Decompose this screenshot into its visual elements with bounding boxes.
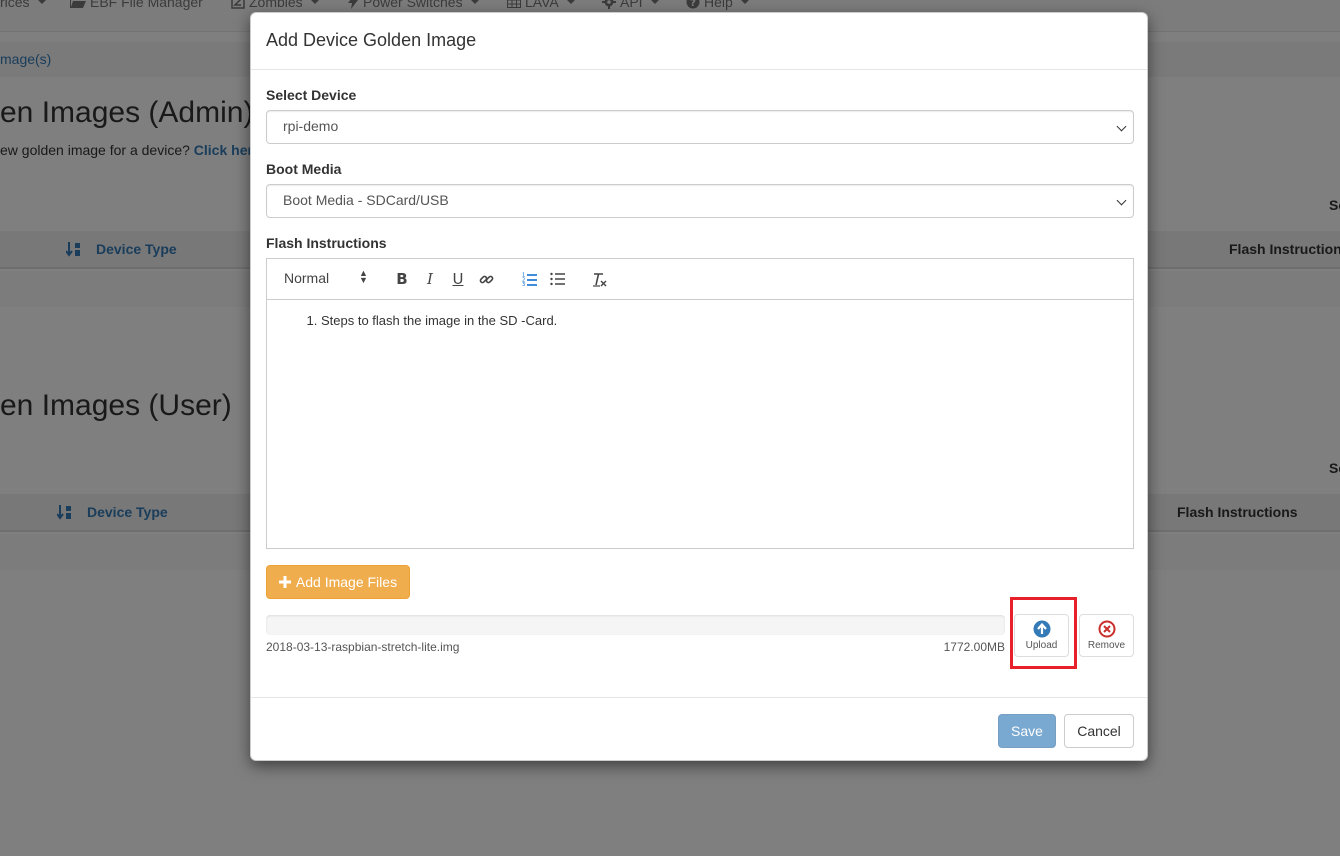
boot-media-dropdown[interactable]: Boot Media - SDCard/USB: [266, 184, 1134, 218]
chevron-down-icon: [1116, 195, 1127, 206]
chevron-down-icon: [1116, 121, 1127, 132]
times-circle-icon: [1098, 620, 1115, 638]
boot-media-value: Boot Media - SDCard/USB: [283, 192, 449, 208]
flash-instructions-label: Flash Instructions: [266, 235, 387, 251]
upload-button[interactable]: Upload: [1014, 614, 1069, 657]
bold-icon[interactable]: B: [392, 269, 412, 289]
modal-footer: Save Cancel: [251, 697, 1147, 761]
add-image-files-button[interactable]: Add Image Files: [266, 565, 410, 599]
select-device-label: Select Device: [266, 87, 357, 103]
ordered-list-icon[interactable]: 123: [519, 269, 539, 289]
arrow-circle-up-icon: [1033, 620, 1050, 638]
modal-title: Add Device Golden Image: [266, 30, 477, 50]
underline-icon[interactable]: U: [448, 269, 468, 289]
italic-icon[interactable]: I: [420, 269, 440, 289]
header-format-select[interactable]: Normal: [284, 270, 329, 286]
boot-media-label: Boot Media: [266, 161, 342, 177]
select-device-value: rpi-demo: [283, 118, 339, 134]
select-device-dropdown[interactable]: rpi-demo: [266, 110, 1134, 144]
updown-arrows-icon: ▲ ▼: [359, 268, 368, 285]
editor-list-item: Steps to flash the image in the SD -Card…: [321, 313, 1133, 328]
bullet-list-icon[interactable]: [547, 269, 567, 289]
link-icon[interactable]: [476, 269, 496, 289]
add-golden-image-modal: Add Device Golden Image Select Device rp…: [250, 12, 1148, 761]
cancel-button[interactable]: Cancel: [1064, 714, 1134, 748]
remove-button[interactable]: Remove: [1079, 614, 1134, 657]
svg-text:3: 3: [522, 282, 525, 286]
editor-ordered-list: Steps to flash the image in the SD -Card…: [267, 313, 1133, 328]
upload-progress-bar: [266, 615, 1005, 635]
clear-format-icon[interactable]: [590, 269, 610, 289]
editor-toolbar: Normal ▲ ▼ B I U 123: [266, 258, 1134, 300]
flash-instructions-editor[interactable]: Steps to flash the image in the SD -Card…: [266, 299, 1134, 549]
plus-icon: [278, 576, 291, 588]
file-name: 2018-03-13-raspbian-stretch-lite.img: [266, 640, 460, 654]
save-button[interactable]: Save: [998, 714, 1056, 748]
modal-header: Add Device Golden Image: [251, 13, 1147, 70]
file-size: 1772.00MB: [943, 640, 1005, 654]
